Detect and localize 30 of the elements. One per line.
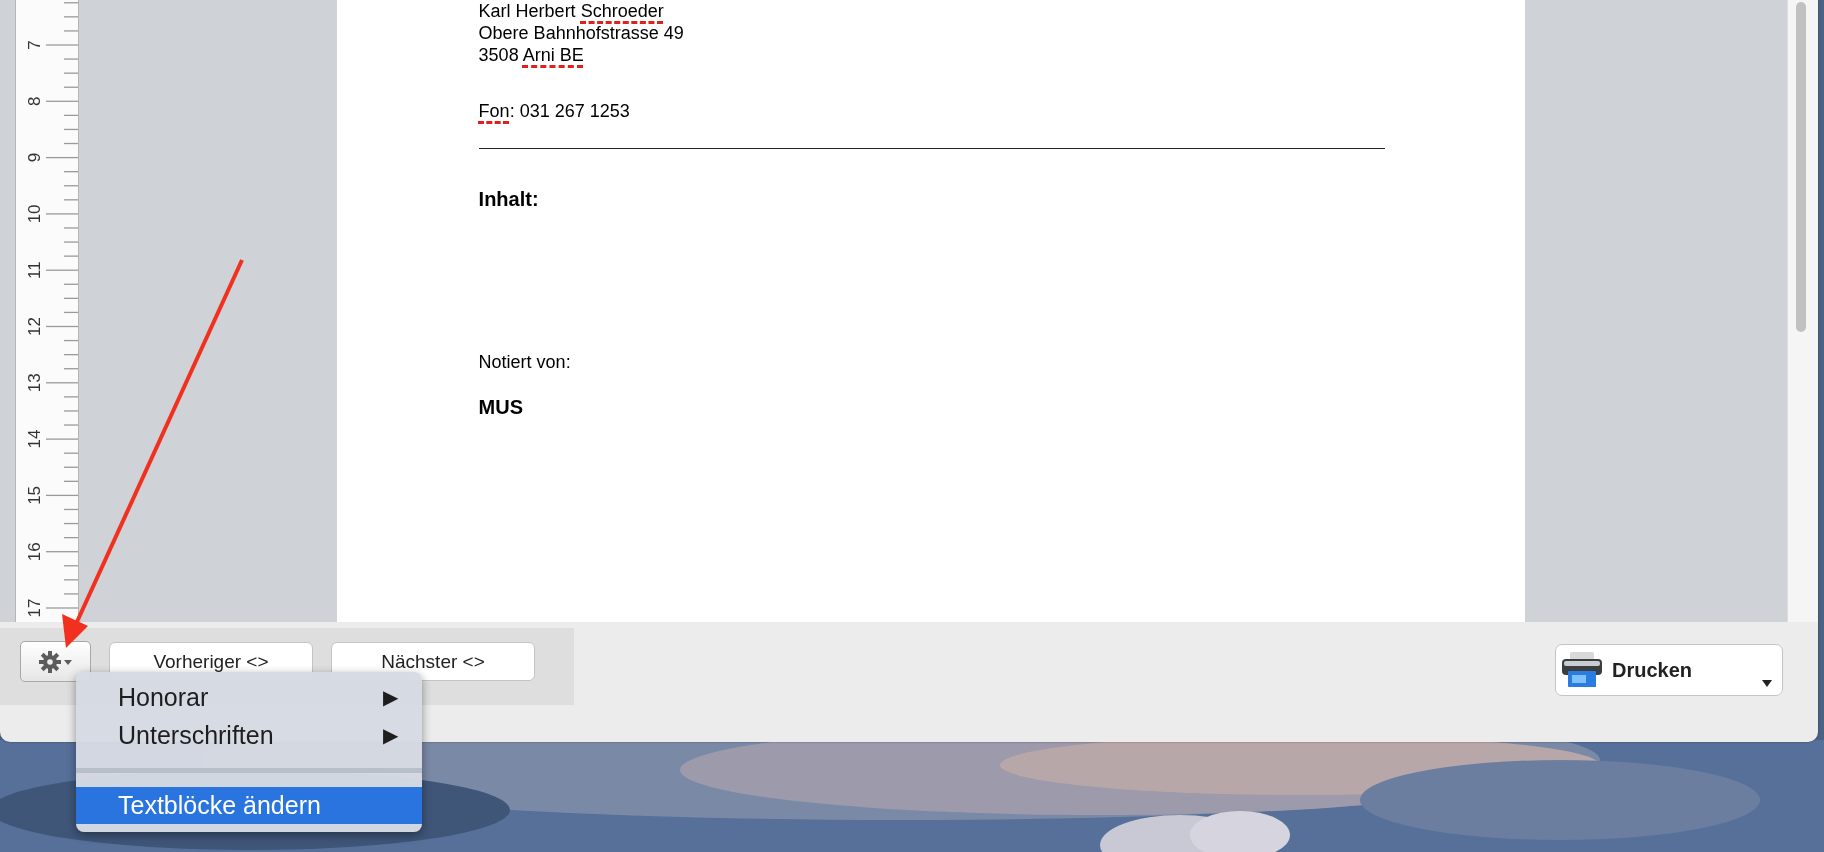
document-text: 3508 Arni BE bbox=[478, 44, 585, 66]
print-button[interactable]: Drucken bbox=[1555, 644, 1783, 696]
action-menu-button[interactable] bbox=[20, 641, 91, 682]
ruler-number: 17 bbox=[25, 598, 44, 618]
ruler-number: 13 bbox=[25, 373, 44, 393]
ruler-number: 12 bbox=[25, 317, 44, 336]
document-text: Karl Herbert Schroeder bbox=[478, 0, 665, 22]
document-heading: MUS bbox=[478, 395, 525, 419]
ruler-number: 8 bbox=[25, 96, 44, 107]
document-text: Notiert von: bbox=[478, 351, 572, 373]
printer-icon bbox=[1560, 651, 1604, 689]
submenu-arrow: ▶ bbox=[383, 723, 398, 747]
gear-icon bbox=[37, 649, 74, 674]
menu-item[interactable]: Unterschriften ▶ bbox=[76, 716, 422, 754]
ruler-number: 14 bbox=[25, 429, 44, 449]
document-heading: Inhalt: bbox=[478, 187, 540, 211]
menu-item[interactable]: Textblöcke ändern bbox=[76, 787, 422, 824]
submenu-arrow: ▶ bbox=[383, 685, 398, 709]
document-text: Obere Bahnhofstrasse 49 bbox=[478, 22, 685, 44]
caret-icon bbox=[1762, 680, 1772, 687]
ruler-number: 9 bbox=[25, 152, 44, 163]
ruler-number: 16 bbox=[25, 542, 44, 562]
ruler-number: 10 bbox=[25, 204, 44, 224]
menu-item[interactable]: Honorar ▶ bbox=[76, 678, 422, 716]
ruler-number: 15 bbox=[25, 485, 44, 505]
scrollbar[interactable] bbox=[1787, 0, 1818, 622]
document-text: Fon: 031 267 1253 bbox=[478, 100, 631, 122]
ruler-number: 7 bbox=[25, 40, 44, 50]
ruler-number: 11 bbox=[25, 261, 44, 280]
scroll-thumb[interactable] bbox=[1796, 2, 1807, 332]
